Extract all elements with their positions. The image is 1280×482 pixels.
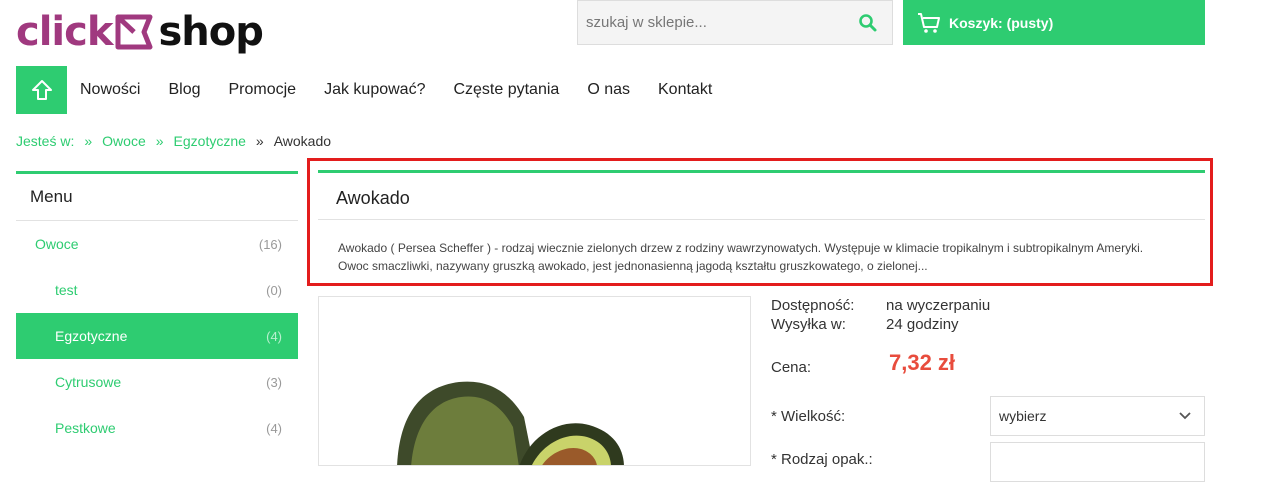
- package-select[interactable]: [990, 442, 1205, 482]
- sidebar-item-test[interactable]: test (0): [16, 267, 298, 313]
- sidebar-item-label: Cytrusowe: [55, 374, 122, 390]
- price-value: 7,32 zł: [889, 350, 956, 375]
- logo-text-click: click: [16, 9, 113, 55]
- shipping-value: 24 godziny: [886, 316, 959, 333]
- availability-label: Dostępność:: [771, 297, 855, 314]
- product-image[interactable]: [318, 296, 751, 466]
- nav-item-jak-kupowac[interactable]: Jak kupować?: [324, 81, 425, 99]
- breadcrumb: Jesteś w: » Owoce » Egzotyczne » Awokado: [16, 133, 331, 149]
- shipping-label: Wysyłka w:: [771, 316, 846, 333]
- search-icon[interactable]: [858, 13, 878, 33]
- sidebar-item-label: Owoce: [35, 236, 79, 252]
- sidebar-item-owoce[interactable]: Owoce (16): [16, 221, 298, 267]
- nav-item-czeste-pytania[interactable]: Częste pytania: [453, 81, 559, 99]
- breadcrumb-separator: »: [155, 133, 164, 149]
- breadcrumb-current: Awokado: [273, 133, 332, 149]
- sidebar-title: Menu: [16, 174, 298, 221]
- sidebar-item-cytrusowe[interactable]: Cytrusowe (3): [16, 359, 298, 405]
- logo-mark-icon: [115, 14, 153, 50]
- nav-item-kontakt[interactable]: Kontakt: [658, 81, 712, 99]
- nav-item-promocje[interactable]: Promocje: [229, 81, 297, 99]
- breadcrumb-item-egzotyczne[interactable]: Egzotyczne: [174, 133, 246, 149]
- size-label: * Wielkość:: [771, 408, 846, 425]
- nav-item-nowosci[interactable]: Nowości: [80, 81, 140, 99]
- home-button[interactable]: [16, 66, 67, 114]
- size-select[interactable]: wybierz: [990, 396, 1205, 436]
- sidebar-item-label: test: [55, 282, 78, 298]
- sidebar-item-label: Pestkowe: [55, 420, 116, 436]
- main-nav: Nowości Blog Promocje Jak kupować? Częst…: [80, 66, 740, 114]
- nav-item-o-nas[interactable]: O nas: [587, 81, 630, 99]
- category-sidebar: Menu Owoce (16) test (0) Egzotyczne (4) …: [16, 171, 298, 459]
- sidebar-item-count: (4): [266, 328, 282, 344]
- nav-item-blog[interactable]: Blog: [168, 81, 200, 99]
- sidebar-item-count: (4): [266, 420, 282, 436]
- cart-label: Koszyk: (pusty): [949, 14, 1054, 31]
- sidebar-item-count: (16): [258, 236, 282, 252]
- search-input[interactable]: [578, 13, 848, 32]
- package-label: * Rodzaj opak.:: [771, 451, 873, 468]
- sidebar-item-pestkowe[interactable]: Pestkowe (4): [16, 405, 298, 451]
- cart-button[interactable]: Koszyk: (pusty): [903, 0, 1205, 45]
- highlight-box: [307, 158, 1213, 286]
- size-select-value: wybierz: [999, 408, 1047, 424]
- avocado-image: [397, 381, 624, 465]
- availability-value: na wyczerpaniu: [886, 297, 991, 314]
- home-icon: [31, 80, 52, 100]
- breadcrumb-separator: »: [84, 133, 93, 149]
- breadcrumb-label[interactable]: Jesteś w:: [16, 133, 74, 149]
- sidebar-item-count: (0): [266, 282, 282, 298]
- logo-text-shop: shop: [158, 9, 263, 55]
- logo[interactable]: click shop: [16, 6, 264, 58]
- breadcrumb-separator: »: [255, 133, 264, 149]
- sidebar-item-count: (3): [266, 374, 282, 390]
- search-box: [577, 0, 893, 45]
- sidebar-item-label: Egzotyczne: [55, 328, 128, 344]
- breadcrumb-item-owoce[interactable]: Owoce: [102, 133, 146, 149]
- sidebar-item-egzotyczne[interactable]: Egzotyczne (4): [16, 313, 298, 359]
- cart-icon: [918, 12, 940, 33]
- price-label: Cena:: [771, 359, 812, 376]
- chevron-down-icon: [1179, 412, 1191, 420]
